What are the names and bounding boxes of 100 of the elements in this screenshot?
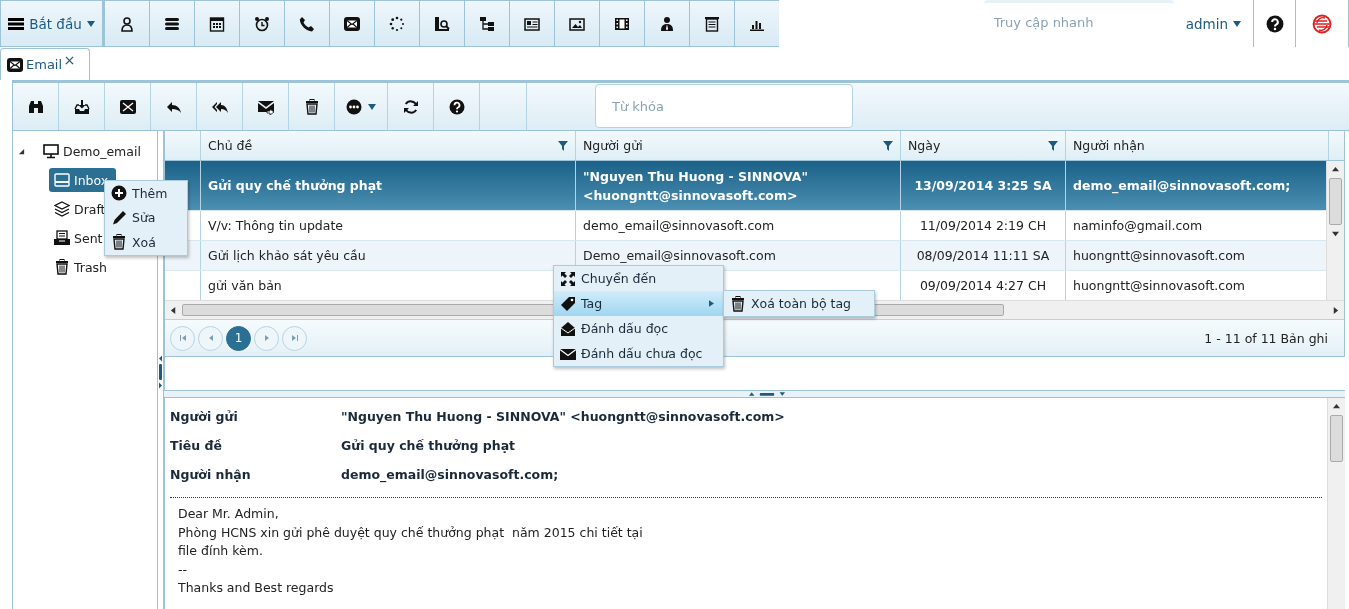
pencil-icon	[111, 209, 127, 226]
field-label: Tiêu đề	[170, 438, 223, 453]
table-cell-text: naminfo@gmail.com	[1073, 217, 1203, 235]
sitemap-icon	[479, 15, 495, 32]
message-text: Phòng HCNS xin gửi phê duyệt quy chế thưởng phạt năm 2015 chi tiết tại	[178, 524, 644, 542]
table-cell-text: "Nguyen Thu Huong - SINNOVA" <huongntt@sinnovasoft.com>	[583, 167, 809, 205]
column-header[interactable]: Chủ đề	[201, 131, 576, 160]
scroll-up-icon[interactable]	[1333, 403, 1340, 410]
last-page-icon	[290, 334, 299, 342]
message-text: --	[178, 561, 189, 579]
more-icon	[346, 98, 362, 115]
menu-item[interactable]: Đánh dấu chưa đọc	[554, 341, 723, 366]
spinner-icon	[389, 15, 405, 32]
trash-icon	[730, 295, 746, 312]
menu-item[interactable]: Tag	[554, 291, 723, 316]
expand-arrow-icon[interactable]	[18, 147, 25, 155]
close-icon[interactable]	[65, 56, 75, 65]
envelope-forward-icon	[257, 98, 274, 115]
logo-icon	[1312, 13, 1332, 34]
inbox-icon	[54, 172, 70, 188]
table-cell-text: huongntt@sinnovasoft.com	[1073, 277, 1246, 295]
tree-item[interactable]: Demo_email	[63, 143, 141, 159]
submenu-arrow-icon	[709, 300, 714, 307]
field-label: Người gửi	[170, 409, 239, 424]
table-cell-text: 13/09/2014 3:25 SA	[914, 177, 1052, 195]
envelope-icon	[119, 98, 136, 115]
collapse-arrow-icon[interactable]	[159, 354, 162, 362]
start-menu-button[interactable]: Bắt đầu	[0, 0, 104, 47]
filter-icon[interactable]	[558, 140, 568, 151]
newspaper-icon	[524, 15, 540, 32]
field-value: Gửi quy chế thưởng phạt	[341, 438, 516, 453]
next-page-icon	[262, 334, 271, 342]
scroll-right-icon[interactable]	[1332, 306, 1339, 314]
first-page-button[interactable]	[170, 325, 195, 351]
table-cell-text: Gửi lịch khảo sát yêu cầu	[208, 247, 366, 265]
toolbar-button[interactable]	[104, 0, 149, 47]
binoculars-icon	[27, 98, 44, 115]
last-page-button[interactable]	[282, 325, 307, 351]
filter-icon[interactable]	[883, 140, 893, 151]
table-cell-text: V/v: Thông tin update	[208, 217, 343, 235]
email-tab[interactable]: Email	[0, 48, 90, 80]
alarm-clock-icon	[254, 15, 270, 32]
field-label: Người nhận	[170, 467, 252, 482]
toolbar-button[interactable]	[194, 0, 239, 47]
page-button[interactable]: 1	[226, 325, 251, 351]
user-icon	[659, 15, 675, 32]
inbox-download-icon	[73, 98, 90, 115]
table-cell-text: 08/09/2014 11:11 SA	[916, 247, 1050, 265]
toolbar-button[interactable]	[419, 0, 464, 47]
image-icon	[569, 15, 585, 32]
expand-arrow-icon[interactable]	[159, 381, 162, 389]
scroll-down-icon[interactable]	[1332, 230, 1339, 237]
tree-item[interactable]: Trash	[49, 255, 116, 279]
toolbar-button[interactable]	[329, 0, 374, 47]
message-text: file đính kèm.	[178, 543, 264, 560]
scroll-thumb[interactable]	[1330, 415, 1343, 462]
menu-item[interactable]: Đánh dấu đọc	[554, 316, 723, 341]
table-cell-text: demo_email@sinnovasoft.com;	[1073, 177, 1291, 195]
help-icon	[448, 98, 465, 115]
trash-icon	[54, 259, 70, 275]
tag-icon	[560, 295, 576, 312]
table-cell-text: Demo_email@sinnovasoft.com	[583, 247, 776, 265]
menu-item[interactable]: Xoá toàn bộ tag	[724, 291, 874, 316]
toolbar-button[interactable]	[464, 0, 509, 47]
trash-icon	[111, 234, 127, 251]
scroll-thumb[interactable]	[1329, 178, 1342, 225]
splitter-handle[interactable]	[749, 391, 785, 397]
envelope-open-icon	[560, 320, 576, 337]
vertical-scrollbar[interactable]	[1327, 398, 1345, 609]
toolbar-button[interactable]	[689, 0, 734, 47]
toolbar-button[interactable]	[644, 0, 689, 47]
table-cell-text: huongntt@sinnovasoft.com	[1073, 247, 1246, 265]
scroll-left-icon[interactable]	[170, 306, 177, 314]
envelope-icon	[344, 15, 360, 32]
tray-icon	[54, 230, 70, 246]
user-menu-button[interactable]: admin	[1183, 0, 1254, 47]
filter-icon[interactable]	[1048, 140, 1058, 151]
toolbar-button[interactable]	[149, 0, 194, 47]
scroll-up-icon[interactable]	[1332, 166, 1339, 173]
table-row[interactable]: Gửi lịch khảo sát yêu cầu Demo_email@sinnovasoft.com 08/09/2014 11:11 SA huongntt@sinnovasoft.com	[165, 241, 1326, 271]
vertical-scrollbar[interactable]	[1326, 161, 1344, 300]
splitter-handle[interactable]	[159, 363, 162, 380]
toolbar-button[interactable]	[554, 0, 599, 47]
refresh-icon	[402, 98, 419, 115]
film-icon	[614, 15, 630, 32]
message-text: Dear Mr. Admin,	[178, 506, 280, 523]
toolbar-button[interactable]	[509, 0, 554, 47]
column-header[interactable]: Người nhận	[1066, 131, 1329, 160]
document-icon	[704, 15, 720, 32]
caret-icon	[368, 102, 376, 111]
keyword-search-field[interactable]: Từ khóa	[595, 84, 853, 128]
toolbar-button[interactable]	[599, 0, 644, 47]
calendar-icon	[209, 15, 225, 32]
toolbar-button[interactable]	[284, 0, 329, 47]
trash-icon	[303, 98, 320, 115]
column-header[interactable]: Ngày	[901, 131, 1066, 160]
toolbar-button[interactable]	[239, 0, 284, 47]
table-cell-text: Gửi quy chế thưởng phạt	[208, 177, 383, 195]
column-header[interactable]: Người gửi	[576, 131, 901, 160]
record-count: 1 - 11 of 11 Bản ghi	[1204, 330, 1328, 346]
